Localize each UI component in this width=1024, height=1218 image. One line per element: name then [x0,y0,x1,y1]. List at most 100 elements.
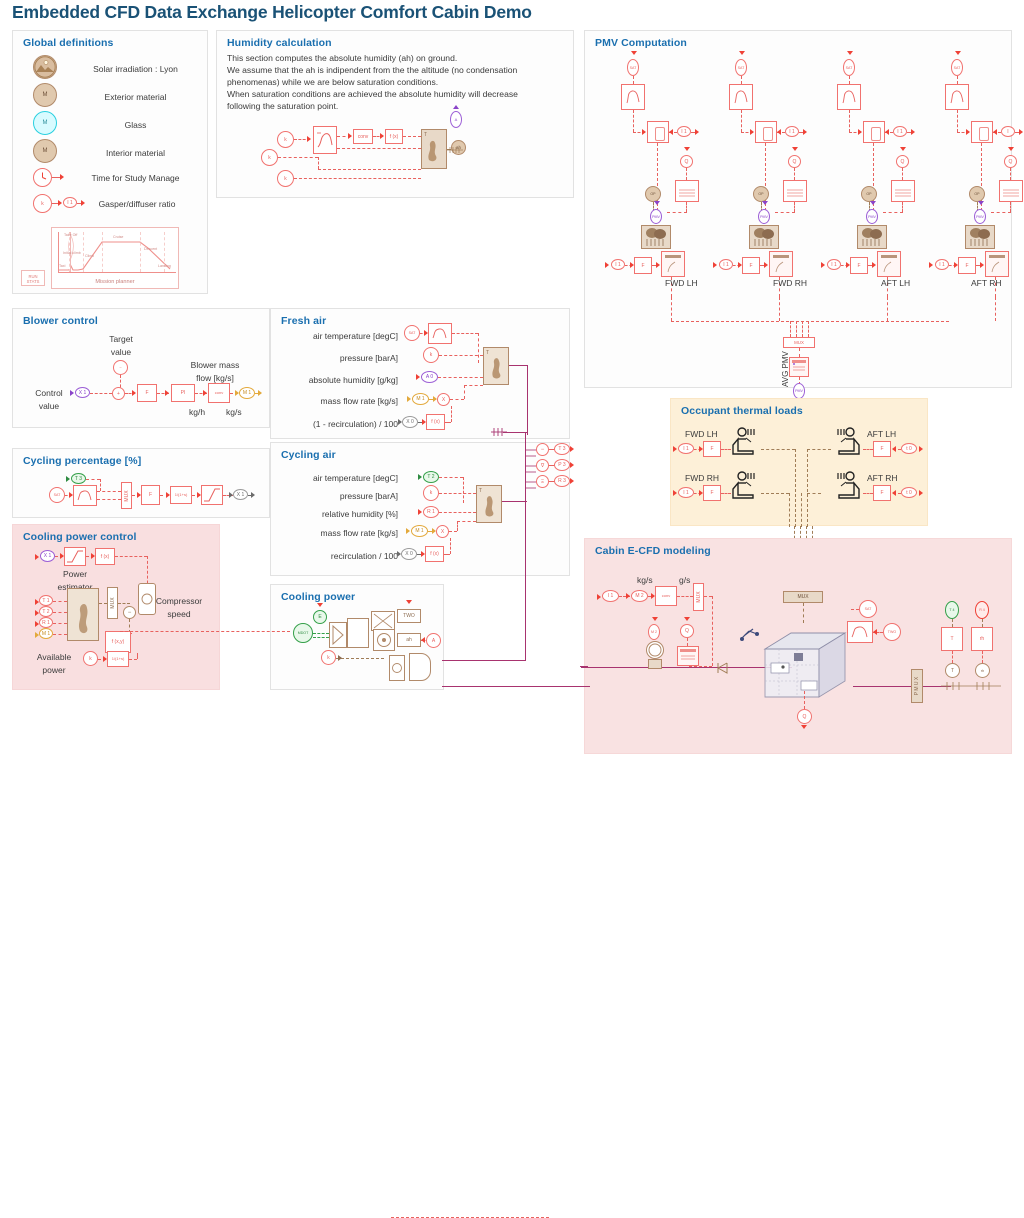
pmv2-pmv-node[interactable]: PMV [758,209,770,224]
cp-duct-block[interactable] [347,618,369,648]
pmv-thermal-block[interactable] [647,121,669,143]
pmv4-i1-source[interactable]: I [1001,126,1015,137]
pmv3-i1b-source[interactable]: I 1 [827,259,841,270]
cfd-t-out-source[interactable]: T 4 [945,601,959,619]
pmv4-op-source[interactable]: OP [969,186,985,202]
blower-x1-source[interactable]: X 1 [75,387,90,398]
pmv4-sensor-block[interactable] [999,180,1023,202]
cpc-mux-block[interactable]: MUX [107,587,118,619]
cp-ah-block[interactable]: ah [397,633,421,647]
fresh-a0-source[interactable]: A 0 [421,371,438,383]
pmv2-q-source[interactable]: Q [788,155,801,168]
cycpct-mux-block[interactable]: MUX [121,482,132,509]
fresh-fx-block[interactable]: f (x) [426,414,445,430]
cfd-t-node[interactable]: T [945,663,960,678]
pmv-i1-source[interactable]: I 1 [677,126,691,137]
pmv3-sat-source[interactable]: SAT [843,59,855,76]
occ-filter-0[interactable]: F [703,441,721,457]
occ-filter-3[interactable]: F [873,485,891,501]
fresh-k-source[interactable]: k [423,347,439,363]
cp-a-source[interactable]: A [426,633,441,648]
run-stats-block[interactable]: RUN STATS [21,270,45,286]
pmv2-op-source[interactable]: OP [753,186,769,202]
cycpct-interp-block[interactable] [73,485,97,506]
cp-valve-block[interactable] [389,655,405,681]
pmv3-radiation-block[interactable] [837,84,861,110]
pmv3-sensor-block[interactable] [891,180,915,202]
humidity-psychro-block[interactable]: T [421,129,447,169]
cpc-k-source[interactable]: k [83,651,98,666]
cpc-fx-block[interactable]: f (x) [95,548,115,565]
air-out-t3[interactable]: T 3 [554,443,570,455]
air-out-node-2[interactable]: Ξ [536,475,549,488]
pmv4-i1b-source[interactable]: I 1 [935,259,949,270]
pmv-radiation-block[interactable] [621,84,645,110]
pmv3-out-block[interactable] [877,251,901,277]
pmv4-out-block[interactable] [985,251,1009,277]
cpc-sat-block[interactable] [64,547,86,566]
cycpct-t3-source[interactable]: T 3 [71,473,86,484]
blower-m1-output[interactable]: M 1 [239,387,255,399]
blower-conv-block[interactable]: conv [208,383,230,403]
pmv-sensor-block[interactable] [675,180,699,202]
humidity-interp-block[interactable] [313,126,337,154]
cyc-source-block[interactable]: T [476,485,502,523]
cp-hx-block[interactable] [371,611,395,631]
cyc-m1-source[interactable]: M 1 [411,525,428,537]
occ-i1-source-0[interactable]: I 1 [678,443,694,454]
cyc-x0-source[interactable]: X 0 [401,548,417,560]
pmv-op-source[interactable]: OP [645,186,661,202]
cfd-pump-node[interactable] [646,641,664,659]
pmv-sat-source[interactable]: SAT [627,59,639,76]
cp-k-source[interactable]: k [321,650,336,665]
cfd-two-source[interactable]: TWO [883,623,901,641]
humidity-conv-block[interactable]: conv [353,129,373,144]
fresh-sat-source[interactable]: SAT [404,325,420,341]
cycpct-lag-block[interactable]: 1/(1+s) [170,486,192,504]
cycpct-filter-block[interactable]: F [141,485,160,505]
occ-filter-1[interactable]: F [703,485,721,501]
cpc-estimator-block[interactable] [67,588,99,641]
pmv-filter-block[interactable]: F [634,257,652,274]
cfd-mux-block[interactable]: MUX [693,583,704,611]
pmv3-op-source[interactable]: OP [861,186,877,202]
air-out-p3[interactable]: P 3 [554,459,570,471]
pmv3-pmv-node[interactable]: PMV [866,209,878,224]
cp-two-block[interactable]: TWO [397,609,421,623]
cyc-fx-block[interactable]: f (x) [425,546,444,562]
cpc-lag-block[interactable]: 1/(1+s) [107,651,129,667]
pmv4-sat-source[interactable]: SAT [951,59,963,76]
blower-filter-block[interactable]: F [137,384,157,402]
cp-e-source[interactable]: E [313,610,327,624]
cpc-in-node-2[interactable]: R 1 [39,617,53,628]
pmv-avg-output-node[interactable] [793,363,795,365]
pmv-mux-block[interactable]: MUX [783,337,815,348]
cfd-rh-node[interactable]: rh [975,663,990,678]
cfd-rh-out-source[interactable]: R 4 [975,601,989,619]
air-out-r3[interactable]: R 3 [554,475,570,487]
pmv-final-output[interactable]: PMV [793,383,805,399]
cfd-src-node[interactable]: M 2 [648,624,660,640]
pmv-avg-block[interactable] [789,357,809,377]
occ-t0-source-2[interactable]: t 0 [901,443,917,454]
cpc-fxy-block[interactable]: f (x,y) [105,631,131,653]
pmv4-pmv-node[interactable]: PMV [974,209,986,224]
cyc-t2-source[interactable]: T 2 [423,471,439,483]
cfd-q-block[interactable] [677,646,699,666]
pmv4-filter-block[interactable]: F [958,257,976,274]
pmv4-radiation-block[interactable] [945,84,969,110]
cfd-sat-source[interactable]: SAT [859,600,877,618]
pmv2-out-block[interactable] [769,251,793,277]
humidity-const-k3[interactable]: k [277,170,294,187]
cfd-m2-source[interactable]: M 2 [631,590,648,602]
cp-manifold-block[interactable] [409,653,431,681]
air-out-node-0[interactable]: − [536,443,549,456]
cpc-in-node-3[interactable]: M 1 [39,628,53,639]
pmv2-i1b-source[interactable]: I 1 [719,259,733,270]
cp-mdot-source[interactable]: MDOT [293,623,313,643]
humidity-altitude-source[interactable]: A [450,111,462,128]
fresh-interp-block[interactable] [428,323,452,344]
fresh-source-block[interactable]: T [483,347,509,385]
humidity-const-k2[interactable]: k [261,149,278,166]
cp-fan-block[interactable] [329,622,347,648]
